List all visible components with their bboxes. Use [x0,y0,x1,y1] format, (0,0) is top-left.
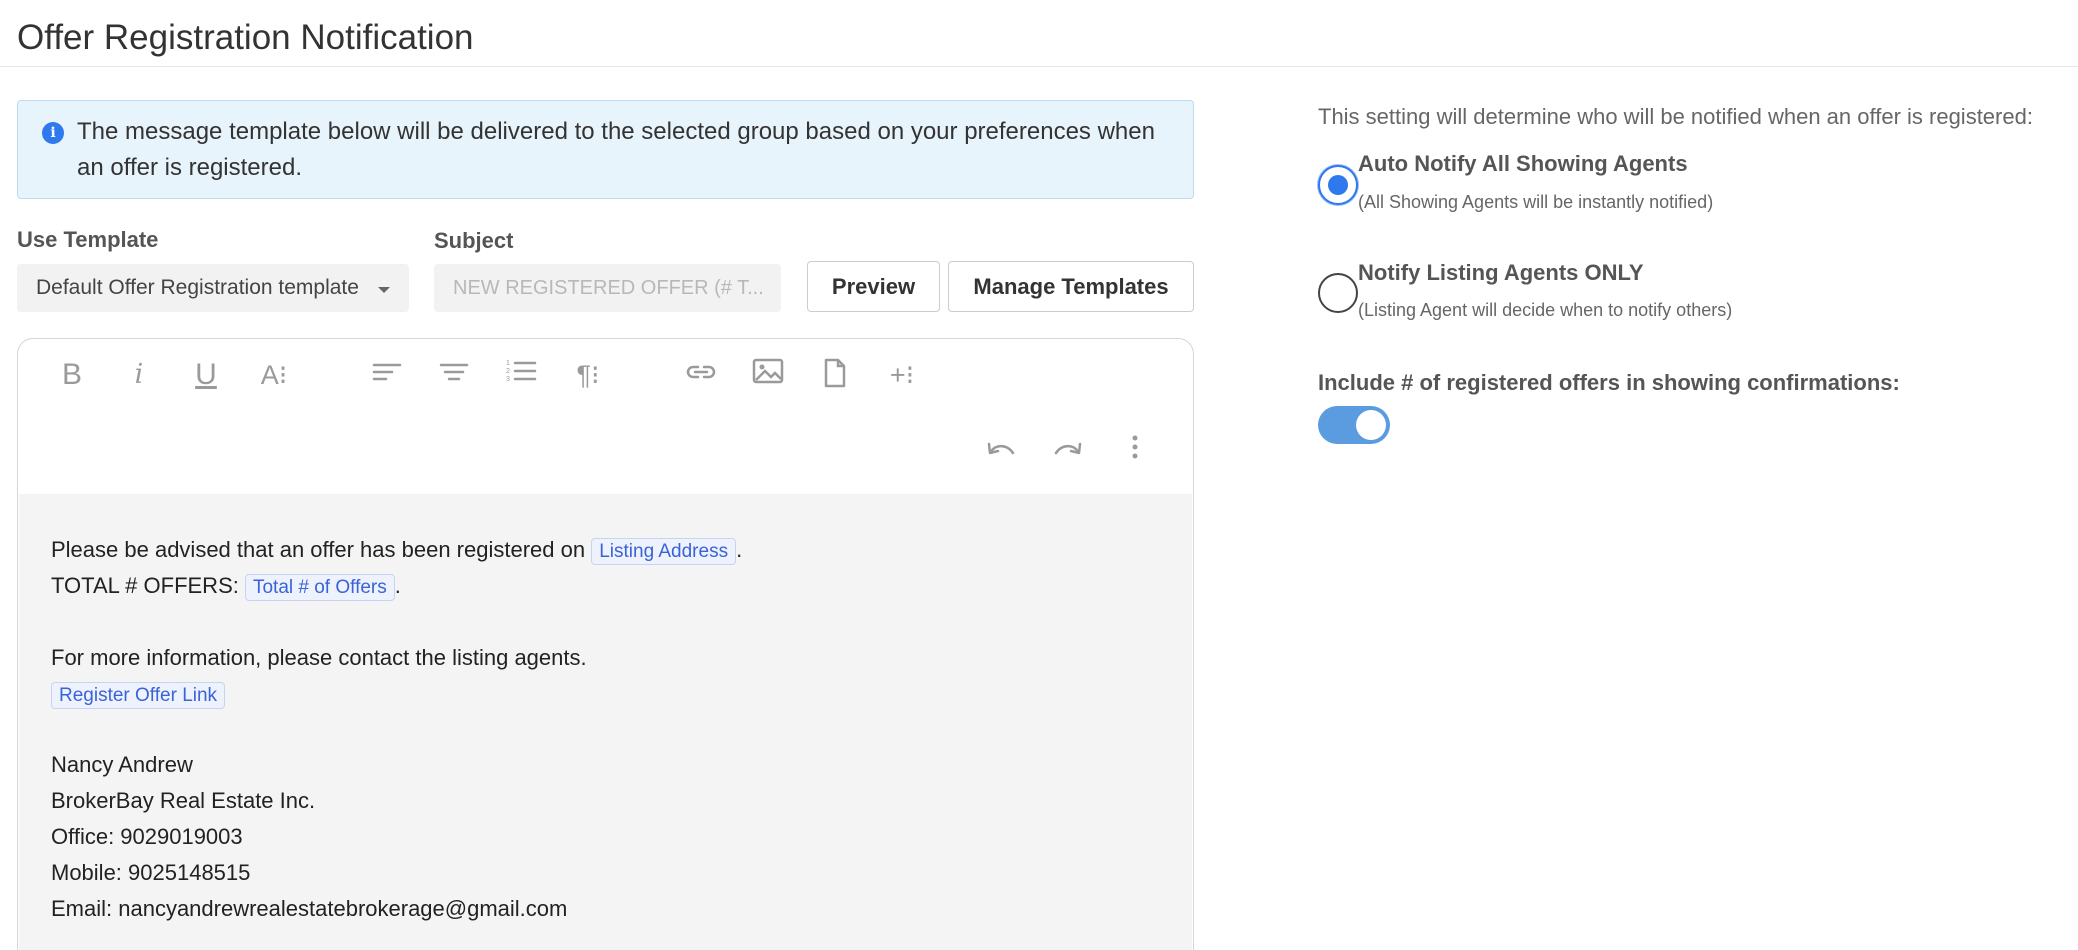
insert-more-icon[interactable]: +⁝ [882,358,922,392]
register-offer-link-chip[interactable]: Register Offer Link [51,682,226,709]
radio-auto-notify-label[interactable]: Auto Notify All Showing Agents [1358,151,1688,177]
align-left-icon[interactable] [367,358,407,392]
toggle-knob [1356,410,1386,440]
preview-button[interactable]: Preview [807,261,940,312]
listing-address-chip[interactable]: Listing Address [591,538,737,565]
radio-notify-listing-label[interactable]: Notify Listing Agents ONLY [1358,260,1644,286]
file-icon[interactable] [815,358,855,396]
message-text: Please be advised that an offer has been… [51,537,586,562]
message-editor[interactable]: B i U A⁝ 123 ¶⁝ +⁝ Please be advised tha… [17,338,1194,950]
italic-icon[interactable]: i [119,358,159,392]
radio-notify-listing-subtitle: (Listing Agent will decide when to notif… [1358,300,1733,320]
svg-text:3: 3 [506,376,510,383]
link-icon[interactable] [681,358,721,392]
redo-icon[interactable] [1048,434,1088,468]
message-text: . [736,537,743,562]
svg-text:2: 2 [506,368,510,375]
signature-office: Office: 9029019003 [51,824,243,849]
signature-email: Email: nancyandrewrealestatebrokerage@gm… [51,896,568,921]
page-title: Offer Registration Notification [17,18,474,57]
info-banner: i The message template below will be del… [17,100,1194,199]
settings-description: This setting will determine who will be … [1318,104,2033,129]
ordered-list-icon[interactable]: 123 [501,358,541,392]
message-text: . [394,573,401,598]
info-icon: i [42,122,64,144]
subject-label: Subject [434,228,514,253]
message-line-1: Please be advised that an offer has been… [51,536,742,565]
more-vertical-icon[interactable] [1115,434,1155,468]
font-size-icon[interactable]: A⁝ [254,358,294,392]
info-text: The message template below will be deliv… [77,118,1155,181]
underline-icon[interactable]: U [186,358,226,392]
message-line-4: Register Offer Link [51,680,226,709]
template-select[interactable]: Default Offer Registration template [17,264,409,312]
message-line-3: For more information, please contact the… [51,645,587,670]
manage-templates-button[interactable]: Manage Templates [948,261,1194,312]
paragraph-format-icon[interactable]: ¶⁝ [568,358,608,392]
signature-company: BrokerBay Real Estate Inc. [51,788,316,813]
template-label: Use Template [17,227,159,252]
image-icon[interactable] [748,358,788,392]
undo-icon[interactable] [981,434,1021,468]
svg-text:1: 1 [506,360,510,367]
subject-input[interactable] [434,264,781,312]
toggle-label: Include # of registered offers in showin… [1318,370,1900,395]
radio-auto-notify[interactable] [1318,165,1358,205]
signature-name: Nancy Andrew [51,752,193,777]
message-line-2: TOTAL # OFFERS: Total # of Offers. [51,572,401,601]
align-center-icon[interactable] [434,358,474,392]
radio-auto-notify-subtitle: (All Showing Agents will be instantly no… [1358,192,1714,212]
include-offers-toggle[interactable] [1318,406,1390,444]
caret-down-icon [378,287,390,293]
total-offers-chip[interactable]: Total # of Offers [244,574,395,601]
bold-icon[interactable]: B [52,358,92,392]
radio-notify-listing[interactable] [1318,273,1358,313]
editor-content[interactable]: Please be advised that an offer has been… [19,494,1192,950]
signature-mobile: Mobile: 9025148515 [51,860,251,885]
title-divider [0,66,2078,67]
message-text: TOTAL # OFFERS: [51,573,239,598]
